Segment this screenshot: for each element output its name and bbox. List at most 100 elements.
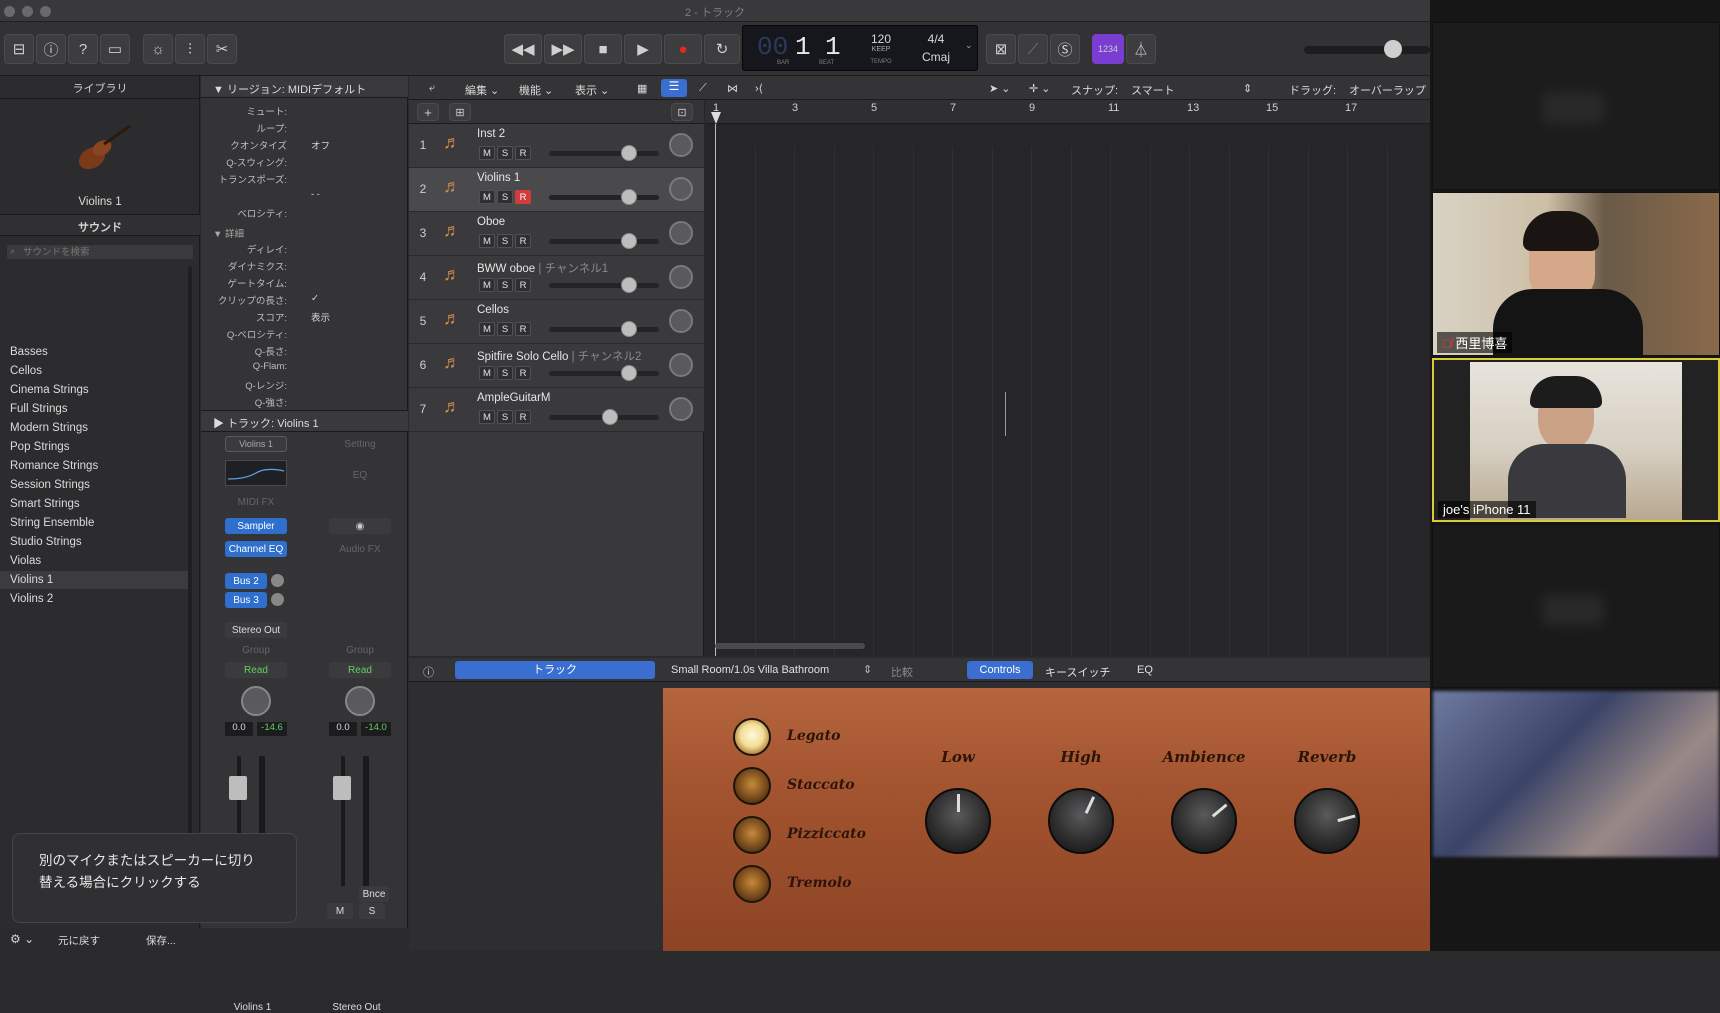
track-row[interactable]: 7 ♬ AmpleGuitarM MSR: [409, 388, 704, 432]
library-item[interactable]: Basses: [10, 346, 48, 358]
track-pan-knob[interactable]: [669, 133, 693, 157]
track-name[interactable]: Cellos: [477, 304, 509, 316]
mixer-icon[interactable]: ⫶: [175, 34, 205, 64]
mute-button[interactable]: M: [479, 278, 495, 292]
quick-help-icon[interactable]: ?: [68, 34, 98, 64]
strip2-pan-knob[interactable]: [345, 686, 375, 716]
track-name[interactable]: BWW oboe | チャンネル1: [477, 260, 608, 276]
solo-button[interactable]: S: [497, 410, 513, 424]
track-pan-knob[interactable]: [669, 309, 693, 333]
solo-button[interactable]: S: [497, 278, 513, 292]
metronome-icon[interactable]: ⏃: [1126, 34, 1156, 64]
solo-icon[interactable]: Ⓢ: [1050, 34, 1080, 64]
track-pan-knob[interactable]: [669, 221, 693, 245]
record-enable-button[interactable]: R: [515, 190, 531, 204]
track-volume-slider[interactable]: [549, 371, 659, 376]
edit-menu[interactable]: 編集 ⌄: [465, 82, 499, 98]
eq-tab[interactable]: EQ: [1137, 664, 1153, 676]
articulation-button[interactable]: [733, 865, 771, 903]
library-item[interactable]: String Ensemble: [10, 517, 94, 529]
editors-scissors-icon[interactable]: ✂: [207, 34, 237, 64]
plugin-knob[interactable]: [1294, 788, 1360, 854]
track-name[interactable]: Inst 2: [477, 128, 505, 140]
inspector-icon[interactable]: ⓘ: [36, 34, 66, 64]
strip1-group-button[interactable]: Group: [225, 642, 287, 658]
param-value[interactable]: - -: [311, 189, 320, 200]
track-name[interactable]: Violins 1: [477, 172, 520, 184]
strip2-solo-button[interactable]: S: [359, 903, 385, 919]
timeline-scrollbar[interactable]: [715, 643, 865, 649]
track-tab[interactable]: トラック: [455, 661, 655, 679]
lcd-display[interactable]: 00 1 1 BAR BEAT 120 KEEP TEMPO 4/4 Cmaj …: [742, 25, 978, 71]
track-volume-knob[interactable]: [602, 409, 618, 425]
cycle-button[interactable]: ↻: [704, 34, 740, 64]
stop-button[interactable]: ■: [584, 34, 622, 64]
track-volume-slider[interactable]: [549, 283, 659, 288]
library-item[interactable]: Smart Strings: [10, 498, 80, 510]
library-item[interactable]: Modern Strings: [10, 422, 88, 434]
video-tile-blurred[interactable]: [1432, 690, 1720, 858]
strip1-output-button[interactable]: Stereo Out: [225, 622, 287, 638]
master-volume-slider[interactable]: [1304, 46, 1430, 54]
track-volume-knob[interactable]: [621, 277, 637, 293]
record-button[interactable]: ●: [664, 34, 702, 64]
library-item[interactable]: Violas: [10, 555, 41, 567]
gear-icon[interactable]: ⚙ ⌄: [10, 932, 34, 946]
track-row[interactable]: 3 ♬ Oboe MSR: [409, 212, 704, 256]
plugin-knob[interactable]: [925, 788, 991, 854]
strip1-bus3-button[interactable]: Bus 3: [225, 592, 267, 608]
param-value[interactable]: オフ: [311, 138, 330, 152]
track-row[interactable]: 6 ♬ Spitfire Solo Cello | チャンネル2 M S R: [409, 344, 704, 388]
track-volume-knob[interactable]: [621, 321, 637, 337]
count-in-button[interactable]: 1234: [1092, 34, 1124, 64]
video-tile-participant-1[interactable]: 🎙̸ 西里博喜: [1432, 192, 1720, 357]
solo-button[interactable]: S: [497, 234, 513, 248]
lcd-chevron-down-icon[interactable]: ⌄: [965, 40, 973, 51]
info-icon[interactable]: ⓘ: [423, 664, 434, 680]
record-enable-button[interactable]: R: [515, 146, 531, 160]
library-item[interactable]: Cinema Strings: [10, 384, 89, 396]
solo-button[interactable]: S: [497, 190, 513, 204]
strip2-audio-fx-button[interactable]: Audio FX: [329, 541, 391, 557]
video-tile-participant-2[interactable]: joe's iPhone 11: [1432, 358, 1720, 522]
library-item[interactable]: Session Strings: [10, 479, 90, 491]
replace-icon[interactable]: ⊠: [986, 34, 1016, 64]
track-volume-slider[interactable]: [549, 151, 659, 156]
region-inspector-header[interactable]: ▼ リージョン: MIDIデフォルト: [213, 81, 366, 97]
add-track-button[interactable]: +: [417, 103, 439, 121]
strip1-automation-read[interactable]: Read: [225, 662, 287, 678]
strip2-setting-button[interactable]: Setting: [329, 436, 391, 452]
tuner-icon[interactable]: ⟋: [1018, 34, 1048, 64]
mute-button[interactable]: M: [479, 366, 495, 380]
undo-button[interactable]: 元に戻す: [58, 933, 100, 948]
rewind-button[interactable]: ◀◀: [504, 34, 542, 64]
track-inspector-header[interactable]: ▶ トラック: Violins 1: [213, 415, 319, 431]
functions-menu[interactable]: 機能 ⌄: [519, 82, 553, 98]
strip2-fader-cap[interactable]: [333, 776, 351, 800]
track-volume-slider[interactable]: [549, 195, 659, 200]
strip2-mute-button[interactable]: M: [327, 903, 353, 919]
bus2-send-knob[interactable]: [271, 574, 284, 587]
strip2-automation-read[interactable]: Read: [329, 662, 391, 678]
mute-button[interactable]: M: [479, 234, 495, 248]
solo-button[interactable]: S: [497, 146, 513, 160]
secondary-tool-icon[interactable]: ✛ ⌄: [1029, 82, 1051, 95]
strip1-bus2-button[interactable]: Bus 2: [225, 573, 267, 589]
detail-header[interactable]: ▼ 詳細: [213, 226, 244, 240]
track-name[interactable]: AmpleGuitarM: [477, 392, 551, 404]
compare-button[interactable]: 比較: [891, 664, 913, 680]
track-volume-slider[interactable]: [549, 239, 659, 244]
fast-forward-button[interactable]: ▶▶: [544, 34, 582, 64]
strip2-group-button[interactable]: Group: [329, 642, 391, 658]
track-row[interactable]: 4 ♬ BWW oboe | チャンネル1 M S R: [409, 256, 704, 300]
keyswitch-tab[interactable]: キースイッチ: [1045, 664, 1110, 680]
track-name[interactable]: Spitfire Solo Cello | チャンネル2: [477, 348, 641, 364]
smart-controls-icon[interactable]: ☼: [143, 34, 173, 64]
record-enable-button[interactable]: R: [515, 322, 531, 336]
bar-ruler[interactable]: [705, 100, 1430, 124]
library-item[interactable]: Violins 2: [10, 593, 53, 605]
track-row[interactable]: 2 ♬ Violins 1 MSR: [409, 168, 704, 212]
track-volume-knob[interactable]: [621, 233, 637, 249]
strip1-setting-button[interactable]: Violins 1: [225, 436, 287, 452]
articulation-button[interactable]: [733, 767, 771, 805]
